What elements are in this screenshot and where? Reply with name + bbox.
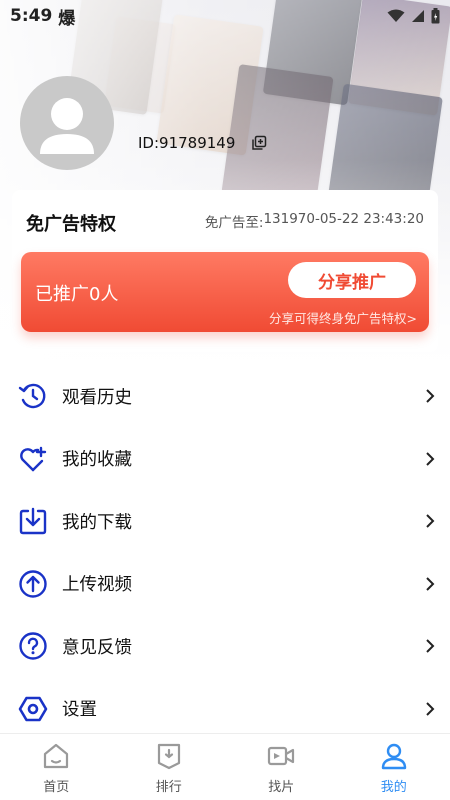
home-icon xyxy=(44,743,69,769)
battery-icon xyxy=(431,8,440,24)
chevron-right-icon xyxy=(426,389,435,403)
ad-free-expiry: 免广告至: 131970-05-22 23:43:20 xyxy=(205,211,424,231)
status-bar: 5:49 爆 xyxy=(0,0,450,32)
nav-tab-label: 我的 xyxy=(380,780,407,795)
menu-list: 观看历史 我的收藏 我的下载 上传视频 意见反馈 设置 xyxy=(0,365,450,740)
nav-tab-home[interactable]: 首页 xyxy=(0,734,113,800)
settings-hexagon-icon xyxy=(18,694,48,724)
nav-tab-label: 找片 xyxy=(268,780,295,795)
chevron-right-icon xyxy=(426,452,435,466)
video-camera-icon xyxy=(268,746,295,766)
history-icon xyxy=(18,381,48,411)
profile-icon xyxy=(381,743,406,770)
nav-tab-find-video[interactable]: 找片 xyxy=(225,734,338,800)
menu-item-label: 设置 xyxy=(62,700,97,721)
cellular-signal-icon xyxy=(412,10,424,22)
ad-free-title: 免广告特权 xyxy=(26,214,116,235)
upload-icon xyxy=(18,569,48,599)
nav-tab-label: 排行 xyxy=(155,780,182,795)
ad-free-expiry-value: 131970-05-22 23:43:20 xyxy=(263,211,424,227)
status-icons xyxy=(387,8,440,24)
menu-item-settings[interactable]: 设置 xyxy=(0,678,450,741)
favorite-heart-icon xyxy=(18,444,48,474)
download-icon xyxy=(18,506,48,536)
chevron-right-icon xyxy=(426,514,435,528)
status-time: 5:49 xyxy=(10,6,53,26)
promotion-banner: 已推广0人 分享推广 分享可得终身免广告特权> xyxy=(21,252,429,332)
menu-item-label: 我的收藏 xyxy=(62,450,132,471)
menu-item-history[interactable]: 观看历史 xyxy=(0,365,450,428)
menu-item-favorites[interactable]: 我的收藏 xyxy=(0,428,450,491)
share-promotion-button[interactable]: 分享推广 xyxy=(288,262,416,298)
app-notification-glyph: 爆 xyxy=(58,8,76,29)
menu-item-label: 意见反馈 xyxy=(62,637,132,658)
ad-free-expiry-label: 免广告至: xyxy=(204,215,264,231)
chevron-right-icon xyxy=(426,702,435,716)
menu-item-label: 我的下载 xyxy=(62,512,132,533)
user-id-text: ID:91789149 xyxy=(138,134,236,152)
menu-item-upload[interactable]: 上传视频 xyxy=(0,553,450,616)
share-hint-link[interactable]: 分享可得终身免广告特权> xyxy=(269,308,417,327)
nav-tab-ranking[interactable]: 排行 xyxy=(113,734,226,800)
avatar[interactable] xyxy=(20,76,114,170)
promotion-count: 已推广0人 xyxy=(35,284,119,305)
menu-item-feedback[interactable]: 意见反馈 xyxy=(0,615,450,678)
nav-tab-profile[interactable]: 我的 xyxy=(338,734,450,800)
user-id-row: ID:91789149 xyxy=(138,134,267,152)
menu-item-label: 上传视频 xyxy=(62,575,132,596)
copy-icon[interactable] xyxy=(251,135,267,151)
ad-free-card: 免广告特权 免广告至: 131970-05-22 23:43:20 已推广0人 … xyxy=(12,190,438,352)
wifi-icon xyxy=(387,9,405,22)
feedback-question-icon xyxy=(18,631,48,661)
nav-tab-label: 首页 xyxy=(43,780,70,795)
chevron-right-icon xyxy=(426,577,435,591)
chevron-right-icon xyxy=(426,639,435,653)
bottom-navigation: 首页 排行 找片 我的 xyxy=(0,733,450,800)
ranking-icon xyxy=(157,743,180,770)
menu-item-label: 观看历史 xyxy=(62,387,132,408)
menu-item-downloads[interactable]: 我的下载 xyxy=(0,490,450,553)
default-user-icon xyxy=(40,98,94,154)
